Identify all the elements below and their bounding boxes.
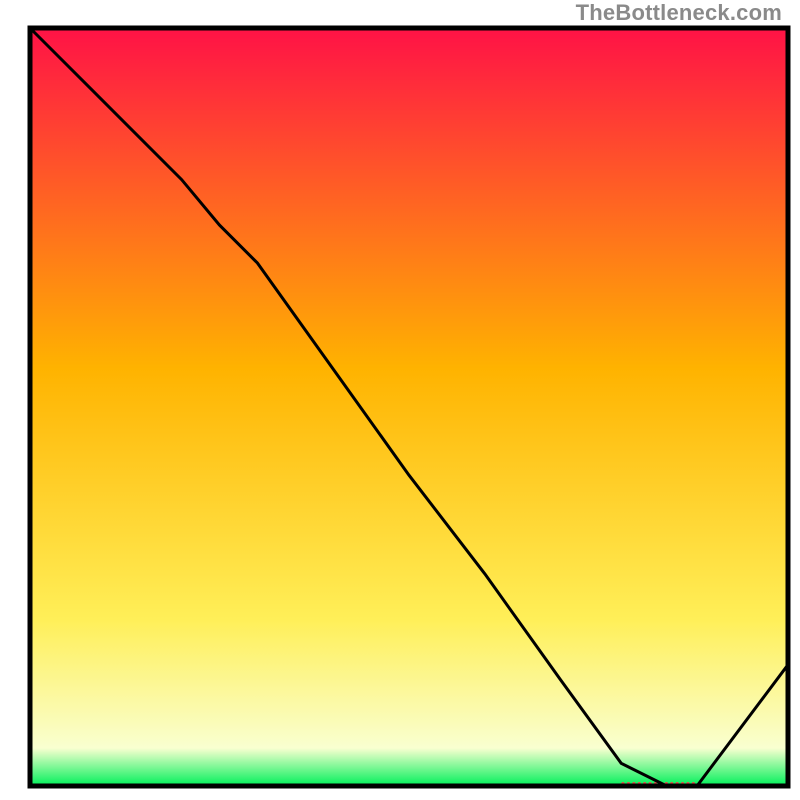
bottleneck-chart [0,0,800,800]
